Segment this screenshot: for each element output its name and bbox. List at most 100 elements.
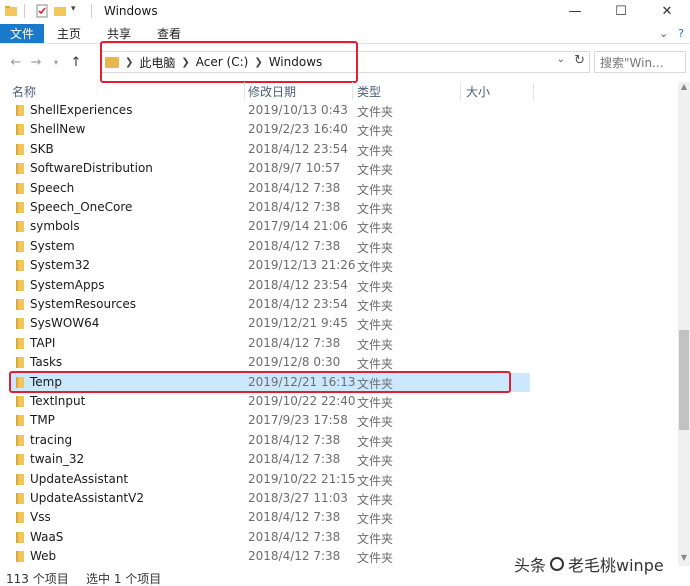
- tab-file[interactable]: 文件: [0, 24, 44, 43]
- column-divider[interactable]: [244, 82, 245, 100]
- up-arrow-icon[interactable]: ↑: [66, 55, 86, 70]
- file-date: 2018/4/12 7:38: [248, 549, 341, 564]
- folder-icon: [16, 531, 24, 543]
- file-row[interactable]: Tasks 2019/12/8 0:30 文件夹: [10, 353, 530, 372]
- back-arrow-icon[interactable]: ←: [6, 55, 26, 70]
- new-folder-icon[interactable]: [53, 4, 67, 18]
- close-button[interactable]: ✕: [644, 0, 690, 22]
- file-type: 文件夹: [357, 163, 394, 178]
- file-type: 文件夹: [357, 396, 394, 410]
- file-name: TMP: [30, 413, 55, 428]
- file-row[interactable]: SoftwareDistribution 2018/9/7 10:57 文件夹: [10, 159, 530, 178]
- file-type: 文件夹: [357, 434, 394, 449]
- folder-icon: [16, 202, 24, 213]
- file-row[interactable]: ShellNew 2019/2/23 16:40 文件夹: [10, 120, 530, 139]
- column-name[interactable]: 名称: [12, 83, 36, 100]
- selected-count: 选中 1 个项目: [86, 572, 162, 586]
- file-date: 2018/4/12 23:54: [248, 297, 348, 311]
- folder-icon: [16, 512, 24, 524]
- file-row[interactable]: TMP 2017/9/23 17:58 文件夹: [10, 411, 530, 430]
- file-date: 2018/4/12 7:38: [248, 452, 341, 467]
- file-date: 2019/2/23 16:40: [248, 122, 348, 137]
- column-type[interactable]: 类型: [357, 83, 381, 100]
- folder-icon: [16, 434, 24, 446]
- file-name: Speech_OneCore: [30, 200, 133, 214]
- file-row[interactable]: ShellExperiences 2019/10/13 0:43 文件夹: [10, 101, 530, 120]
- vertical-scrollbar[interactable]: [678, 82, 690, 566]
- file-row[interactable]: tracing 2018/4/12 7:38 文件夹: [10, 431, 530, 450]
- file-row[interactable]: System32 2019/12/13 21:26 文件夹: [10, 256, 530, 275]
- recent-locations-icon[interactable]: ▾: [46, 58, 66, 67]
- file-row[interactable]: TAPI 2018/4/12 7:38 文件夹: [10, 334, 530, 353]
- file-row[interactable]: UpdateAssistantV2 2018/3/27 11:03 文件夹: [10, 489, 530, 508]
- file-name: System32: [30, 258, 91, 273]
- file-row[interactable]: SystemResources 2018/4/12 23:54 文件夹: [10, 295, 530, 314]
- file-name: SKB: [30, 141, 54, 156]
- folder-icon: [16, 182, 24, 194]
- file-row[interactable]: twain_32 2018/4/12 7:38 文件夹: [10, 450, 530, 469]
- file-type: 文件夹: [357, 105, 394, 119]
- file-name: Vss: [30, 510, 51, 525]
- scroll-up-icon[interactable]: ▲: [678, 82, 690, 94]
- file-row[interactable]: symbols 2017/9/14 21:06 文件夹: [10, 217, 530, 236]
- forward-arrow-icon[interactable]: →: [26, 55, 46, 70]
- chevron-down-icon[interactable]: ⌄: [557, 54, 565, 65]
- scroll-down-icon[interactable]: ▼: [678, 553, 690, 565]
- column-size[interactable]: 大小: [466, 83, 490, 100]
- file-name: SoftwareDistribution: [30, 161, 153, 176]
- file-date: 2019/10/22 22:40: [248, 394, 356, 408]
- window-controls: — ☐ ✕: [552, 0, 690, 22]
- folder-icon: [16, 163, 24, 175]
- file-date: 2018/4/12 7:38: [248, 510, 341, 525]
- refresh-icon[interactable]: ↻: [574, 53, 585, 68]
- customize-dropdown-icon[interactable]: ▾: [71, 4, 85, 18]
- file-date: 2019/12/13 21:26: [248, 258, 356, 273]
- file-row[interactable]: WaaS 2018/4/12 7:38 文件夹: [10, 528, 530, 547]
- file-type: 文件夹: [357, 143, 394, 158]
- file-row[interactable]: Speech_OneCore 2018/4/12 7:38 文件夹: [10, 198, 530, 217]
- file-date: 2018/4/12 7:38: [248, 432, 341, 447]
- file-type: 文件夹: [357, 357, 394, 372]
- tab-home[interactable]: 主页: [44, 24, 94, 43]
- properties-icon[interactable]: [35, 4, 49, 18]
- scrollbar-thumb[interactable]: [679, 330, 689, 430]
- file-date: 2018/4/12 7:38: [248, 180, 341, 195]
- file-row[interactable]: UpdateAssistant 2019/10/22 21:15 文件夹: [10, 470, 530, 489]
- file-row[interactable]: Web 2018/4/12 7:38 文件夹: [10, 547, 530, 566]
- file-row[interactable]: TextInput 2019/10/22 22:40 文件夹: [10, 392, 530, 411]
- file-type: 文件夹: [357, 473, 394, 488]
- column-headers: 名称 修改日期 类型 大小: [0, 82, 678, 100]
- file-type: 文件夹: [357, 124, 394, 139]
- file-name: WaaS: [30, 529, 64, 544]
- file-name: SysWOW64: [30, 316, 100, 331]
- column-divider[interactable]: [533, 82, 534, 100]
- file-date: 2018/4/12 7:38: [248, 335, 341, 350]
- file-row[interactable]: System 2018/4/12 7:38 文件夹: [10, 237, 530, 256]
- file-type: 文件夹: [357, 202, 394, 216]
- column-date[interactable]: 修改日期: [248, 83, 296, 100]
- file-row[interactable]: SKB 2018/4/12 23:54 文件夹: [10, 140, 530, 159]
- item-count: 113 个项目: [6, 572, 69, 586]
- column-divider[interactable]: [352, 82, 353, 100]
- file-date: 2017/9/23 17:58: [248, 413, 348, 428]
- file-row[interactable]: SystemApps 2018/4/12 23:54 文件夹: [10, 276, 530, 295]
- help-icon[interactable]: ?: [678, 27, 684, 40]
- divider: [91, 4, 92, 18]
- search-input[interactable]: 搜索"Win...: [594, 51, 686, 73]
- expand-ribbon-icon[interactable]: ⌄: [659, 27, 668, 40]
- file-name: UpdateAssistantV2: [30, 491, 144, 505]
- file-row[interactable]: Vss 2018/4/12 7:38 文件夹: [10, 508, 530, 527]
- column-divider[interactable]: [460, 82, 461, 100]
- file-date: 2017/9/14 21:06: [248, 219, 348, 234]
- maximize-button[interactable]: ☐: [598, 0, 644, 22]
- folder-icon: [16, 143, 24, 155]
- folder-icon: [16, 260, 24, 272]
- file-type: 文件夹: [357, 279, 394, 294]
- file-name: TAPI: [30, 335, 56, 350]
- folder-icon: [16, 240, 24, 252]
- file-row[interactable]: SysWOW64 2019/12/21 9:45 文件夹: [10, 314, 530, 333]
- address-highlight-box: [100, 41, 358, 83]
- file-type: 文件夹: [357, 240, 394, 255]
- minimize-button[interactable]: —: [552, 0, 598, 22]
- file-row[interactable]: Speech 2018/4/12 7:38 文件夹: [10, 179, 530, 198]
